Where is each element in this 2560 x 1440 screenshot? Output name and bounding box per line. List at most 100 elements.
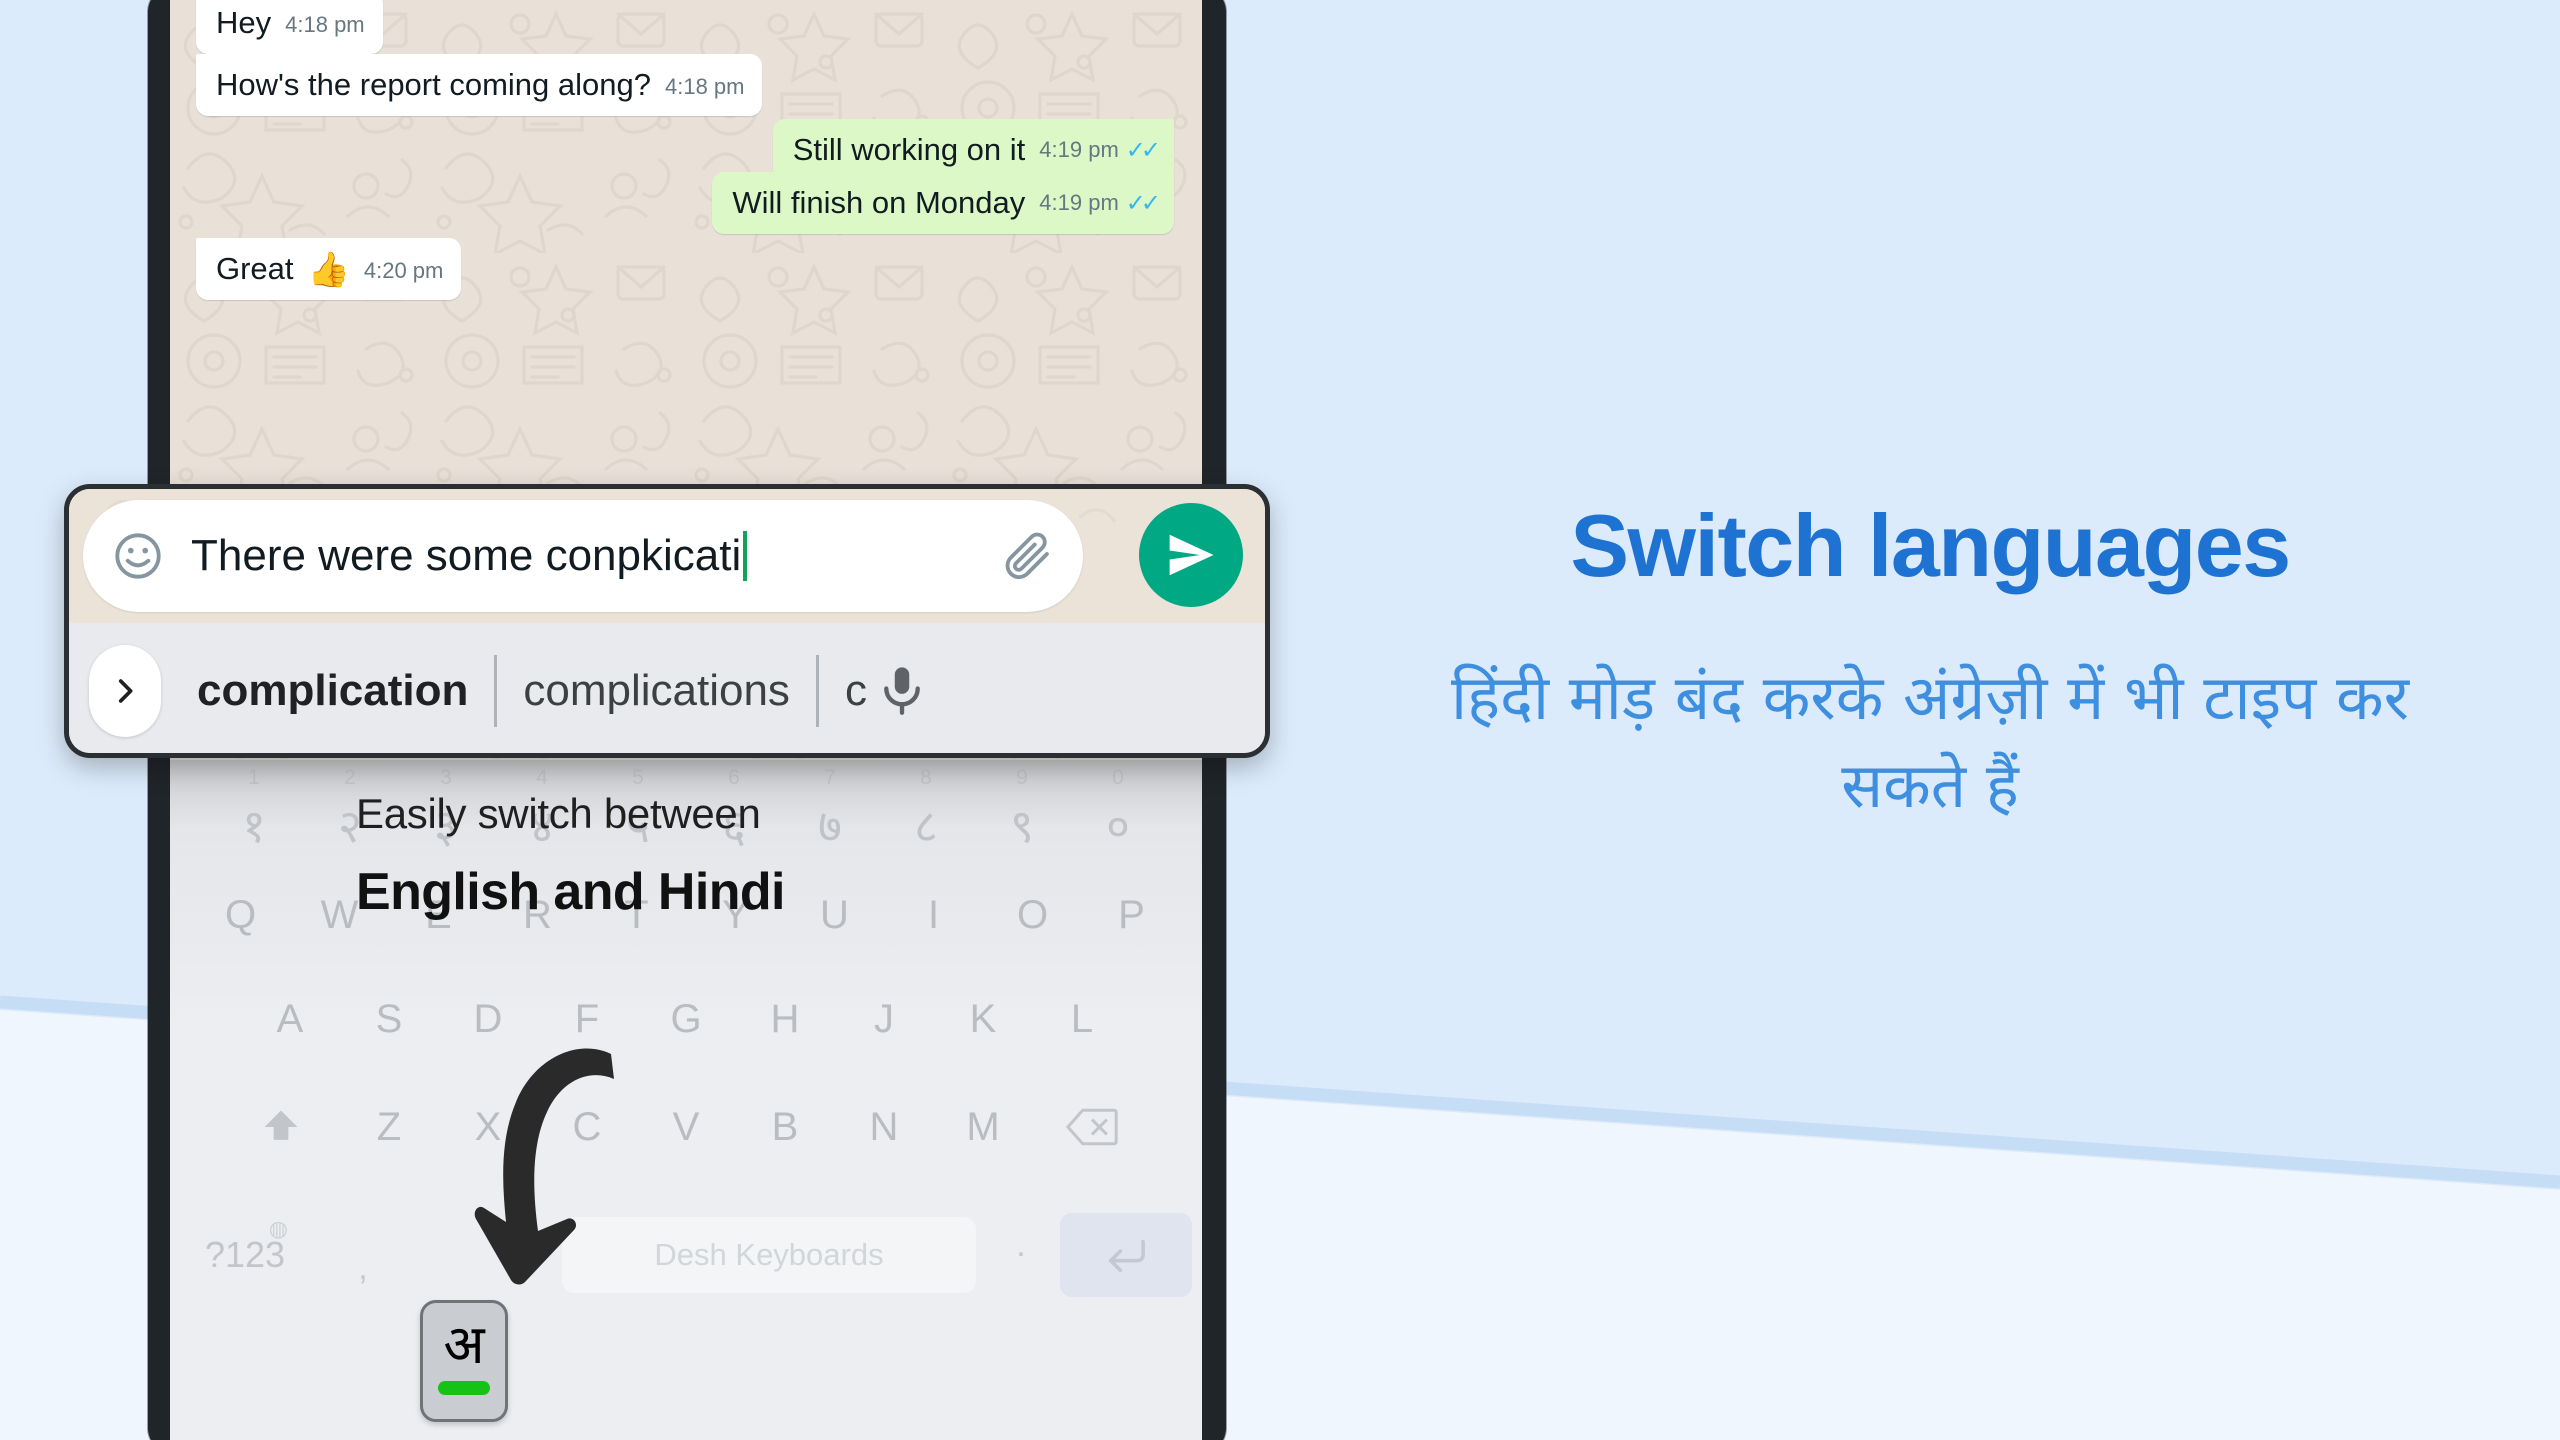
language-active-indicator <box>438 1381 490 1396</box>
panel-headline: Switch languages <box>1570 496 2291 595</box>
keyboard-key-o[interactable]: O <box>983 878 1082 952</box>
text-cursor-caret <box>743 531 748 581</box>
suggestion-item-3[interactable]: c <box>845 666 867 716</box>
key-devanagari-label: ८ <box>914 800 938 852</box>
suggestion-item-2[interactable]: complications <box>523 666 790 716</box>
message-input-row-text[interactable]: There were some conpkicati <box>191 531 1001 581</box>
message-input-row: There were some conpkicati <box>69 489 1265 623</box>
chat-message-text: Still working on it <box>792 132 1026 167</box>
key-latin-label: 3 <box>440 766 452 789</box>
keyboard-key-period[interactable]: . <box>982 1226 1060 1285</box>
keyboard-key-i[interactable]: I <box>884 878 983 952</box>
keyboard-key-h[interactable]: H <box>736 982 835 1056</box>
keyboard-row-zxcv[interactable]: Z X C V B N M <box>170 1090 1202 1164</box>
keyboard-suggestion-bar[interactable]: complication complications c <box>69 623 1265 753</box>
key-latin-label: 8 <box>920 766 932 789</box>
keyboard-key-number[interactable]: 0 ० <box>1070 766 1166 852</box>
keyboard-row-asdf[interactable]: A S D F G H J K L <box>170 982 1202 1056</box>
key-latin-label: 9 <box>1016 766 1028 789</box>
keyboard-key-k[interactable]: K <box>934 982 1033 1056</box>
suggestion-divider <box>494 654 498 727</box>
curved-down-arrow-icon <box>474 1048 614 1285</box>
keyboard-key-j[interactable]: J <box>835 982 934 1056</box>
chat-message-time: 4:18 pm <box>664 73 745 99</box>
key-latin-label: 7 <box>824 766 836 789</box>
zoomed-input-callout-card: There were some conpkicati complication … <box>64 484 1270 758</box>
callout-text-block: Easily switch between English and Hindi <box>356 790 786 922</box>
enter-return-icon <box>1108 1239 1145 1273</box>
keyboard-key-q[interactable]: Q <box>191 878 290 952</box>
panel-subline-hindi: हिंदी मोड़ बंद करके अंग्रेज़ी में भी टाइ… <box>1451 661 2409 823</box>
keyboard-key-z[interactable]: Z <box>340 1090 439 1164</box>
key-latin-label: 2 <box>344 766 356 789</box>
microphone-icon[interactable] <box>873 662 931 720</box>
keyboard-key-number[interactable]: 9 ९ <box>974 766 1070 852</box>
suggestion-item-1[interactable]: complication <box>197 666 468 716</box>
key-latin-label: 5 <box>632 766 644 789</box>
keyboard-key-u[interactable]: U <box>785 878 884 952</box>
key-latin-label: 4 <box>536 766 548 789</box>
chat-message-meta: 4:19 pm ✓✓ <box>1039 189 1161 221</box>
keyboard-key-s[interactable]: S <box>340 982 439 1056</box>
chevron-right-icon <box>118 678 133 703</box>
chat-message-time: 4:19 pm <box>1039 137 1119 163</box>
keyboard-key-a[interactable]: A <box>241 982 340 1056</box>
key-devanagari-label: १ <box>242 800 266 852</box>
chat-bubble-outgoing: Will finish on Monday 4:19 pm ✓✓ <box>712 172 1174 234</box>
chat-bubble-incoming: Hey 4:18 pm <box>196 0 383 54</box>
shift-arrow-icon[interactable] <box>222 1090 340 1164</box>
language-key-glyph: अ <box>443 1314 485 1375</box>
keyboard-key-l[interactable]: L <box>1033 982 1132 1056</box>
suggestion-divider <box>815 654 819 727</box>
keyboard-key-comma[interactable]: , <box>320 1223 406 1288</box>
chat-message-text: Hey <box>216 5 272 40</box>
keyboard-key-symbols[interactable]: ◍ ?123 <box>170 1216 320 1276</box>
keyboard-key-b[interactable]: B <box>736 1090 835 1164</box>
key-latin-label: 1 <box>248 766 260 789</box>
keyboard-key-number[interactable]: 7 ७ <box>782 766 878 852</box>
message-input-field[interactable]: There were some conpkicati <box>83 500 1083 612</box>
key-latin-label: 0 <box>1112 766 1124 789</box>
send-button[interactable] <box>1139 503 1243 607</box>
chat-message-time: 4:20 pm <box>363 257 444 283</box>
paperclip-icon[interactable] <box>1001 529 1055 583</box>
thumbs-up-emoji-icon: 👍 <box>307 250 350 289</box>
expand-suggestions-button[interactable] <box>89 644 161 737</box>
keyboard-key-language-toggle[interactable]: अ <box>420 1300 508 1422</box>
keyboard-key-v[interactable]: V <box>637 1090 736 1164</box>
chat-message-meta: 4:18 pm <box>285 12 365 41</box>
keyboard-key-n[interactable]: N <box>835 1090 934 1164</box>
chat-message-text: How's the report coming along? <box>216 67 651 102</box>
keyboard-key-number[interactable]: 1 १ <box>206 766 302 852</box>
chat-message-meta: 4:19 pm ✓✓ <box>1039 136 1161 168</box>
chat-message-text: Great <box>216 251 294 286</box>
chat-message-meta: 4:18 pm <box>665 74 745 103</box>
chat-message-time: 4:18 pm <box>285 11 365 37</box>
shift-arrow-icon <box>264 1110 297 1140</box>
keyboard-key-p[interactable]: P <box>1082 878 1181 952</box>
keyboard-key-number[interactable]: 8 ८ <box>878 766 974 852</box>
key-devanagari-label: ० <box>1106 800 1130 852</box>
message-input-value: There were some conpkicati <box>191 531 742 580</box>
read-receipt-double-check-icon: ✓✓ <box>1125 189 1161 217</box>
read-receipt-double-check-icon: ✓✓ <box>1125 136 1161 164</box>
smiley-face-icon[interactable] <box>111 529 165 583</box>
chat-bubble-incoming: How's the report coming along? 4:18 pm <box>196 54 763 116</box>
globe-icon: ◍ <box>268 1216 288 1241</box>
key-devanagari-label: ९ <box>1010 800 1034 852</box>
backspace-icon[interactable] <box>1033 1090 1151 1164</box>
send-paper-plane-icon <box>1169 534 1214 576</box>
keyboard-key-g[interactable]: G <box>637 982 736 1056</box>
backspace-icon <box>1065 1108 1118 1146</box>
enter-return-icon[interactable] <box>1060 1213 1192 1297</box>
chat-message-meta: 4:20 pm <box>364 258 444 287</box>
chat-message-time: 4:19 pm <box>1039 190 1119 216</box>
marketing-text-panel: Switch languages हिंदी मोड़ बंद करके अंग… <box>1300 0 2560 1440</box>
callout-line-2: English and Hindi <box>356 863 786 921</box>
key-latin-label: 6 <box>728 766 740 789</box>
keyboard-key-m[interactable]: M <box>934 1090 1033 1164</box>
chat-message-text: Will finish on Monday <box>732 185 1026 220</box>
keyboard-bottom-row[interactable]: ◍ ?123 , Desh Keyboards . <box>170 1200 1202 1310</box>
key-devanagari-label: ७ <box>818 800 842 852</box>
chat-bubble-incoming: Great 👍 4:20 pm <box>196 238 462 300</box>
